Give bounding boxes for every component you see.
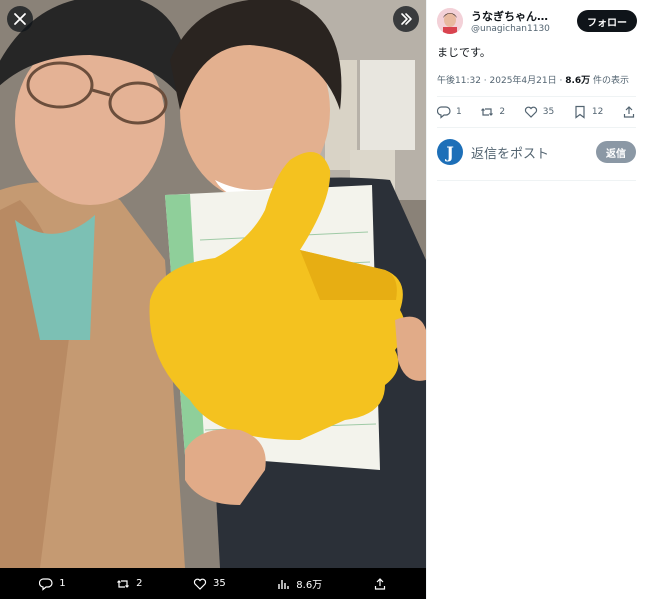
reply-input[interactable]: 返信をポスト — [471, 143, 596, 162]
like-count: 35 — [542, 107, 555, 117]
heart-icon — [524, 106, 537, 118]
media-like-count: 35 — [213, 578, 226, 589]
close-icon — [14, 13, 26, 25]
bookmark-icon — [575, 105, 585, 119]
repost-icon — [481, 108, 494, 116]
author-handle[interactable]: @unagichan1130 — [471, 24, 557, 34]
post-detail-panel: うなぎちゃん（... @unagichan1130 フォロー まじです。 午後1… — [426, 0, 645, 599]
reply-icon — [39, 577, 53, 591]
divider — [437, 180, 636, 181]
share-icon — [623, 106, 635, 118]
divider — [437, 127, 636, 128]
views-value: 8.6万 — [565, 76, 591, 86]
reply-submit-button[interactable]: 返信 — [596, 141, 636, 163]
media-repost-count: 2 — [136, 578, 143, 589]
reply-count: 1 — [456, 107, 462, 117]
media-reply-count: 1 — [59, 578, 66, 589]
media-action-bar: 1 2 35 8.6万 — [0, 568, 426, 599]
repost-button[interactable]: 2 — [480, 105, 505, 119]
double-chevron-right-icon — [401, 13, 412, 25]
media-reply-button[interactable]: 1 — [39, 577, 66, 591]
post-meta: 午後11:32 · 2025年4月21日 · 8.6万 件の表示 — [437, 73, 629, 86]
post-photo[interactable] — [0, 0, 426, 568]
post-text: まじです。 — [437, 46, 491, 59]
divider — [437, 96, 636, 97]
media-share-button[interactable] — [373, 577, 387, 591]
media-viewer: 1 2 35 8.6万 — [0, 0, 426, 599]
repost-icon — [117, 579, 130, 588]
close-button[interactable] — [7, 6, 33, 32]
views-suffix: 件の表示 — [590, 76, 630, 86]
media-repost-button[interactable]: 2 — [116, 577, 143, 591]
post-action-bar: 1 2 35 12 — [437, 101, 636, 123]
views-chart-icon — [278, 579, 289, 589]
media-like-button[interactable]: 35 — [193, 577, 226, 591]
reply-button[interactable]: 1 — [437, 105, 462, 119]
post-header: うなぎちゃん（... @unagichan1130 フォロー — [437, 5, 637, 37]
bookmark-count: 12 — [591, 107, 604, 117]
post-timestamp[interactable]: 午後11:32 · 2025年4月21日 · — [437, 76, 565, 86]
current-user-avatar: J — [437, 139, 463, 165]
heart-icon — [193, 578, 207, 590]
author-avatar[interactable] — [437, 8, 463, 34]
media-views-button[interactable]: 8.6万 — [276, 576, 322, 591]
share-icon — [374, 577, 385, 590]
follow-button[interactable]: フォロー — [577, 10, 637, 32]
like-button[interactable]: 35 — [524, 105, 554, 119]
expand-panel-button[interactable] — [393, 6, 419, 32]
repost-count: 2 — [499, 107, 506, 117]
bookmark-button[interactable]: 12 — [573, 105, 603, 119]
media-views-count: 8.6万 — [296, 580, 323, 591]
author-display-name[interactable]: うなぎちゃん（... — [471, 8, 557, 24]
reply-composer: J 返信をポスト 返信 — [437, 138, 636, 166]
share-button[interactable] — [622, 105, 636, 119]
reply-icon — [437, 106, 451, 119]
